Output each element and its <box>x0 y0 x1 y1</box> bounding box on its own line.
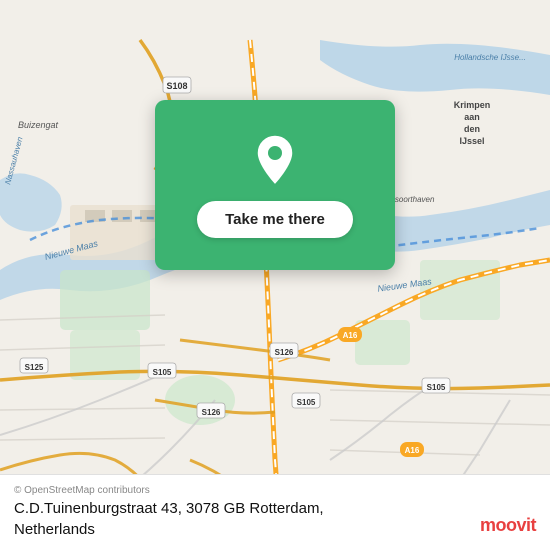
svg-text:IJssel: IJssel <box>459 136 484 146</box>
svg-text:den: den <box>464 124 480 134</box>
address-line1: C.D.Tuinenburgstraat 43, 3078 GB Rotterd… <box>14 500 324 517</box>
svg-text:Hollandsche IJsse...: Hollandsche IJsse... <box>454 53 526 62</box>
map-svg: S108 A16 A16 A16 S126 S126 S105 S105 S10… <box>0 0 550 550</box>
map-container: S108 A16 A16 A16 S126 S126 S105 S105 S10… <box>0 0 550 550</box>
footer: © OpenStreetMap contributors C.D.Tuinenb… <box>0 474 550 550</box>
svg-text:S125: S125 <box>25 363 44 372</box>
svg-text:Buizengat: Buizengat <box>18 120 59 130</box>
copyright-text: © OpenStreetMap contributors <box>14 485 536 496</box>
address-line2: Netherlands <box>14 521 95 538</box>
svg-text:S105: S105 <box>153 368 172 377</box>
svg-text:Krimpen: Krimpen <box>454 100 491 110</box>
address-text: C.D.Tuinenburgstraat 43, 3078 GB Rotterd… <box>14 498 536 540</box>
take-me-there-button[interactable]: Take me there <box>197 201 353 238</box>
moovit-logo: moovit <box>480 515 536 536</box>
location-card: Take me there <box>155 100 395 270</box>
svg-text:aan: aan <box>464 112 480 122</box>
svg-text:S126: S126 <box>202 408 221 417</box>
svg-text:A16: A16 <box>405 446 420 455</box>
logo-text-prefix: moov <box>480 515 526 535</box>
svg-text:A16: A16 <box>343 331 358 340</box>
logo-text-suffix: it <box>526 515 536 535</box>
svg-text:S105: S105 <box>427 383 446 392</box>
svg-text:S126: S126 <box>275 348 294 357</box>
svg-text:S105: S105 <box>297 398 316 407</box>
location-pin-icon <box>253 133 297 187</box>
svg-text:S108: S108 <box>166 81 187 91</box>
